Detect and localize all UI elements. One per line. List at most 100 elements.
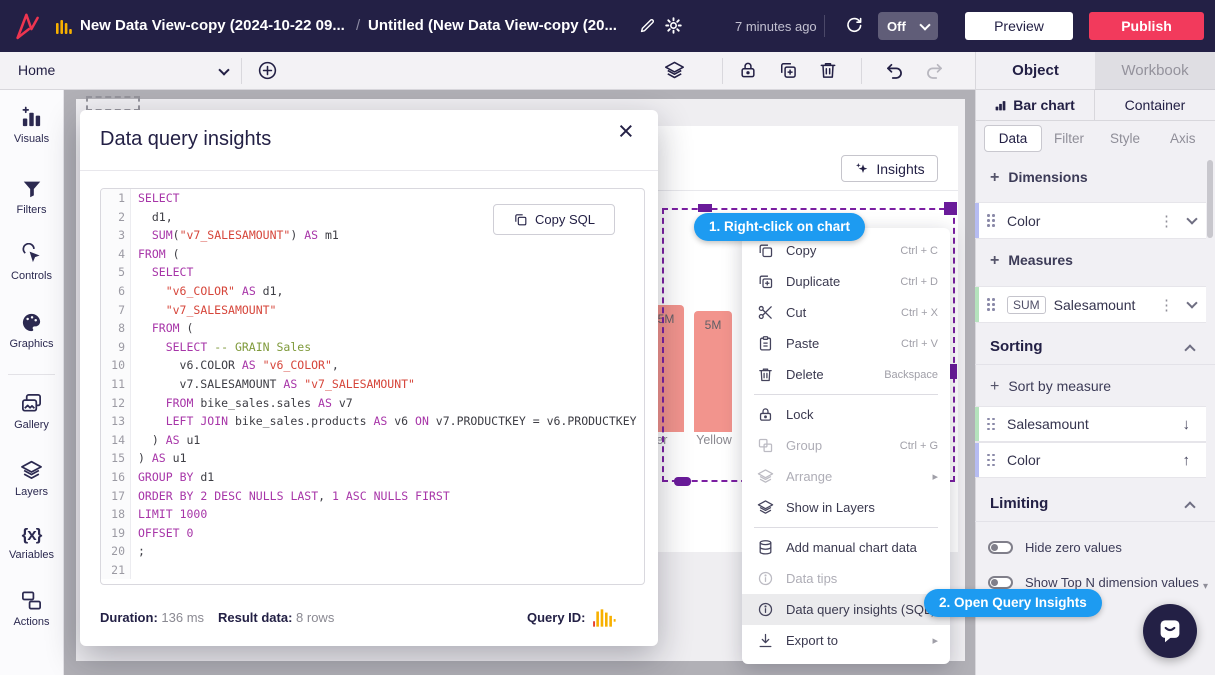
sidebar-item-graphics[interactable]: Graphics — [0, 311, 63, 350]
sidebar-item-visuals[interactable]: Visuals — [0, 106, 63, 145]
add-item-icon[interactable] — [257, 60, 278, 81]
widget-tab-container[interactable]: Container — [1095, 90, 1215, 121]
topbar-divider — [824, 15, 825, 37]
layers-toolbar-icon[interactable] — [664, 60, 685, 81]
support-chat-button[interactable] — [1143, 604, 1197, 658]
settings-gear-icon[interactable] — [664, 16, 683, 35]
sidebar-item-gallery[interactable]: Gallery — [0, 392, 63, 431]
sorting-section-header[interactable]: Sorting — [990, 338, 1043, 355]
drag-handle-icon[interactable] — [987, 214, 995, 227]
duplicate-toolbar-icon[interactable] — [778, 60, 798, 80]
sidebar-item-label: Visuals — [0, 133, 63, 145]
sort-by-measure-button[interactable]: +Sort by measure — [990, 378, 1111, 396]
line-number: 4 — [101, 245, 131, 264]
context-menu-item-delete[interactable]: DeleteBackspace — [742, 359, 950, 390]
selection-handle[interactable] — [674, 477, 691, 486]
tab-style[interactable]: Style — [1110, 131, 1140, 146]
tab-data[interactable]: Data — [984, 125, 1042, 152]
undo-icon[interactable] — [884, 60, 905, 81]
sql-line: 13 LEFT JOIN bike_sales.products AS v6 O… — [101, 412, 644, 431]
tab-object[interactable]: Object — [975, 52, 1095, 90]
copy-sql-button[interactable]: Copy SQL — [493, 204, 615, 235]
menu-item-label: Data tips — [786, 571, 938, 586]
chevron-down-icon[interactable] — [1186, 213, 1197, 224]
refresh-icon[interactable] — [844, 16, 863, 35]
line-number: 6 — [101, 282, 131, 301]
selection-handle[interactable] — [698, 204, 712, 212]
sort-item-salesamount[interactable]: Salesamount ↓ — [975, 406, 1206, 442]
add-dimension-button[interactable]: +Dimensions — [990, 169, 1088, 187]
tab-filter[interactable]: Filter — [1054, 131, 1084, 146]
trash-icon — [757, 366, 774, 383]
context-menu-item-show-in-layers[interactable]: Show in Layers — [742, 492, 950, 523]
auto-refresh-dropdown[interactable]: Off — [878, 12, 938, 40]
context-menu-item-cut[interactable]: CutCtrl + X — [742, 297, 950, 328]
selection-handle[interactable] — [949, 364, 957, 379]
sql-code-viewer[interactable]: 1SELECT2 d1,3 SUM("v7_SALESAMOUNT") AS m… — [100, 188, 645, 585]
sql-line: 7 "v7_SALESAMOUNT" — [101, 301, 644, 320]
limiting-section-header[interactable]: Limiting — [990, 495, 1048, 512]
measure-item-salesamount[interactable]: SUM Salesamount ⋮ — [975, 286, 1206, 323]
publish-button[interactable]: Publish — [1089, 12, 1204, 40]
context-menu-item-paste[interactable]: PasteCtrl + V — [742, 328, 950, 359]
delete-toolbar-icon[interactable] — [818, 60, 838, 80]
kebab-menu-icon[interactable]: ⋮ — [1159, 212, 1174, 230]
scrollbar-down-arrow[interactable]: ▾ — [1203, 581, 1208, 592]
submenu-arrow-icon: ▸ — [932, 470, 938, 483]
close-icon[interactable]: × — [618, 118, 634, 145]
tab-workbook[interactable]: Workbook — [1095, 52, 1215, 90]
context-menu-item-add-manual-chart-data[interactable]: Add manual chart data — [742, 532, 950, 563]
context-menu-item-lock[interactable]: Lock — [742, 399, 950, 430]
show-top-n-toggle[interactable] — [988, 576, 1013, 589]
sidebar-item-filters[interactable]: Filters — [0, 178, 63, 216]
data-query-insights-modal: Data query insights × Copy SQL 1SELECT2 … — [80, 110, 658, 646]
aggregation-badge[interactable]: SUM — [1007, 296, 1046, 314]
menu-item-label: Paste — [786, 336, 901, 351]
context-menu-item-data-query-insights-sql[interactable]: Data query insights (SQL) — [742, 594, 950, 625]
selection-handle[interactable] — [944, 202, 957, 215]
dimension-item-color[interactable]: Color ⋮ — [975, 202, 1206, 239]
kebab-menu-icon[interactable]: ⋮ — [1159, 296, 1174, 314]
paste-icon — [757, 335, 774, 352]
sidebar-item-variables[interactable]: {x} Variables — [0, 525, 63, 561]
line-number: 20 — [101, 542, 131, 561]
page-selector[interactable]: Home — [18, 62, 55, 78]
drag-handle-icon[interactable] — [987, 298, 995, 311]
sidebar-item-controls[interactable]: Controls — [0, 243, 63, 282]
tab-axis[interactable]: Axis — [1170, 131, 1196, 146]
sidebar-item-actions[interactable]: Actions — [0, 589, 63, 628]
info-icon — [757, 570, 774, 587]
funnel-icon — [21, 178, 43, 200]
line-number: 3 — [101, 226, 131, 245]
sql-line: 16GROUP BY d1 — [101, 468, 644, 487]
chevron-down-icon[interactable] — [1186, 297, 1197, 308]
breadcrumb-dashboard[interactable]: Untitled (New Data View-copy (20... — [368, 17, 617, 34]
sort-desc-icon[interactable]: ↓ — [1183, 416, 1191, 433]
panel-scrollbar[interactable] — [1207, 160, 1213, 238]
drag-handle-icon[interactable] — [987, 418, 995, 431]
preview-label: Preview — [994, 18, 1044, 34]
hide-zero-values-toggle[interactable] — [988, 541, 1013, 554]
sql-code: ORDER BY 2 DESC NULLS LAST, 1 ASC NULLS … — [131, 487, 450, 506]
modal-header-divider — [80, 170, 658, 171]
sort-item-color[interactable]: Color ↑ — [975, 442, 1206, 478]
sort-asc-icon[interactable]: ↑ — [1183, 452, 1191, 469]
layers-icon — [20, 459, 43, 482]
edit-pencil-icon[interactable] — [638, 16, 657, 35]
lock-toolbar-icon[interactable] — [738, 60, 758, 80]
redo-icon[interactable] — [924, 60, 945, 81]
context-menu-item-export-to[interactable]: Export to▸ — [742, 625, 950, 656]
drag-handle-icon[interactable] — [987, 454, 995, 467]
widget-tab-bar-chart[interactable]: Bar chart — [975, 90, 1095, 121]
insights-button[interactable]: Insights — [841, 155, 938, 182]
query-result-rows: Result data: 8 rows — [218, 610, 334, 625]
add-measure-button[interactable]: +Measures — [990, 252, 1073, 270]
sidebar-item-layers[interactable]: Layers — [0, 459, 63, 498]
breadcrumb-dataset[interactable]: New Data View-copy (2024-10-22 09... — [80, 17, 345, 34]
container-outline — [86, 96, 140, 111]
context-menu-item-data-tips: Data tips — [742, 563, 950, 594]
preview-button[interactable]: Preview — [965, 12, 1073, 40]
menu-divider — [754, 394, 938, 395]
menu-item-label: Export to — [786, 633, 932, 648]
context-menu-item-duplicate[interactable]: DuplicateCtrl + D — [742, 266, 950, 297]
